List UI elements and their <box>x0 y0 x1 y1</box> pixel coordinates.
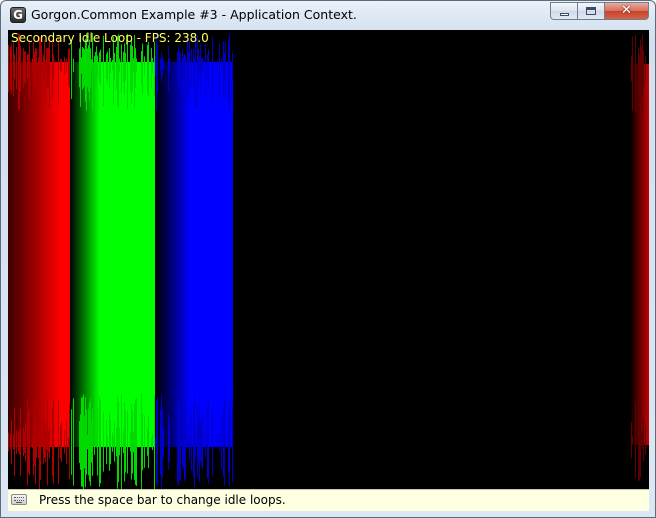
minimize-button[interactable] <box>550 2 577 20</box>
color-band-green <box>70 33 155 489</box>
window-title: Gorgon.Common Example #3 - Application C… <box>31 7 357 22</box>
fps-label: Secondary Idle Loop - FPS: 238.0 <box>11 31 209 45</box>
maximize-icon <box>586 7 596 15</box>
close-button[interactable]: ✕ <box>604 2 649 20</box>
status-text: Press the space bar to change idle loops… <box>39 493 286 507</box>
status-bar: Press the space bar to change idle loops… <box>8 489 649 511</box>
render-area[interactable]: Secondary Idle Loop - FPS: 238.0 <box>8 30 649 489</box>
color-band-red-fade <box>630 35 649 481</box>
maximize-button[interactable] <box>577 2 604 20</box>
close-icon: ✕ <box>621 3 632 18</box>
title-bar[interactable]: G Gorgon.Common Example #3 - Application… <box>1 1 655 29</box>
minimize-icon <box>560 13 569 16</box>
app-window: G Gorgon.Common Example #3 - Application… <box>0 0 656 518</box>
color-band-blue <box>155 32 233 489</box>
color-bars-canvas <box>8 32 649 489</box>
app-icon[interactable]: G <box>10 7 26 23</box>
color-band-red <box>8 33 70 489</box>
caption-buttons: ✕ <box>550 2 649 21</box>
keyboard-icon <box>11 494 27 505</box>
